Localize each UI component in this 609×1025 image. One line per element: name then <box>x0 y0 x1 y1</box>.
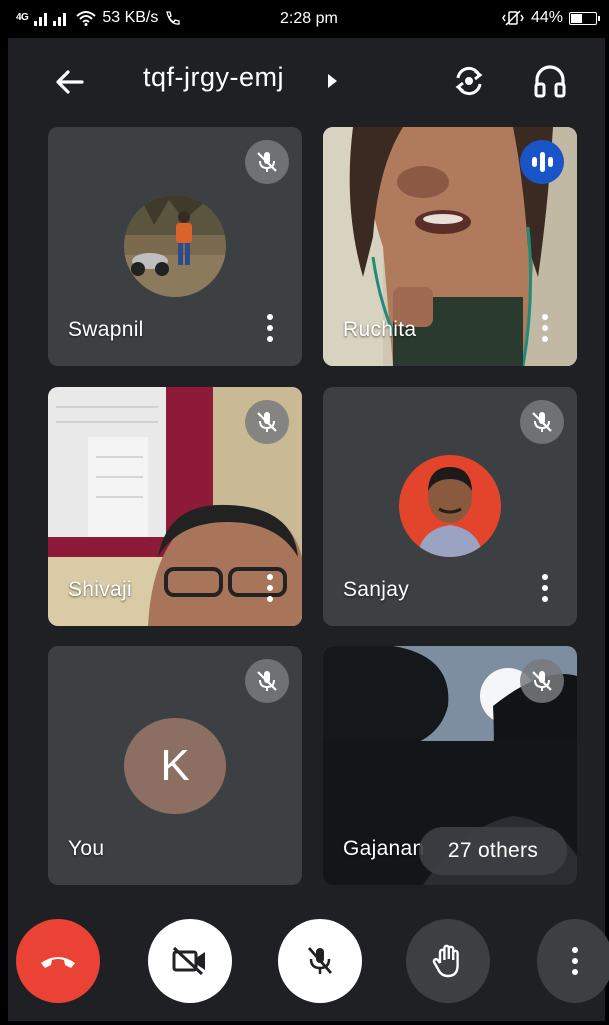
participant-tile-you[interactable]: K You <box>48 646 302 885</box>
participant-name: Shivaji <box>68 578 132 601</box>
signal-icon <box>34 13 67 26</box>
call-icon <box>166 11 181 25</box>
participant-tile-gajanan[interactable]: Gajanan 27 others <box>323 646 577 885</box>
participant-name: Sanjay <box>343 578 410 601</box>
participant-tile-sanjay[interactable]: Sanjay <box>323 387 577 626</box>
screen-frame-left <box>0 0 8 1025</box>
status-bar: 4G 53 KB/s 2:28 pm 44% <box>8 0 605 38</box>
avatar <box>399 455 501 557</box>
more-vert-icon[interactable] <box>541 574 549 602</box>
more-vert-icon[interactable] <box>266 314 274 342</box>
more-vert-icon <box>571 947 579 975</box>
more-vert-icon[interactable] <box>266 574 274 602</box>
meeting-header: tqf-jrgy-emj <box>8 38 605 124</box>
participant-tile-shivaji[interactable]: Shivaji <box>48 387 302 626</box>
muted-mic-icon <box>245 659 289 703</box>
muted-mic-icon <box>520 400 564 444</box>
data-speed: 53 KB/s <box>102 9 159 26</box>
participant-tile-ruchita[interactable]: Ruchita <box>323 127 577 366</box>
participant-name: Ruchita <box>343 318 417 341</box>
meeting-details-caret-icon[interactable] <box>328 74 337 88</box>
others-chip[interactable]: 27 others <box>419 827 567 875</box>
headphones-icon[interactable] <box>532 62 568 100</box>
screen-frame-right <box>605 0 609 1025</box>
muted-mic-icon <box>520 659 564 703</box>
wifi-icon <box>76 11 97 26</box>
battery-icon <box>569 11 600 25</box>
speaking-indicator-icon <box>520 140 564 184</box>
mic-off-icon <box>307 947 333 974</box>
meeting-code[interactable]: tqf-jrgy-emj <box>143 62 284 93</box>
more-options-button[interactable] <box>537 919 609 1003</box>
camera-toggle-button[interactable] <box>148 919 232 1003</box>
avatar: K <box>124 718 226 814</box>
hang-up-icon <box>41 957 75 968</box>
camera-off-icon <box>172 946 205 976</box>
hand-icon <box>432 944 459 978</box>
participant-tile-swapnil[interactable]: Swapnil <box>48 127 302 366</box>
network-type: 4G <box>16 12 29 23</box>
back-arrow-icon[interactable] <box>52 64 88 100</box>
battery-percent: 44% <box>530 9 563 26</box>
vibrate-icon <box>502 10 524 26</box>
muted-mic-icon <box>245 140 289 184</box>
raise-hand-button[interactable] <box>406 919 490 1003</box>
avatar <box>124 195 226 297</box>
participant-name: You <box>68 837 105 860</box>
switch-camera-icon[interactable] <box>450 62 488 100</box>
participant-name: Gajanan <box>343 837 425 860</box>
more-vert-icon[interactable] <box>541 314 549 342</box>
clock: 2:28 pm <box>280 10 338 27</box>
participant-name: Swapnil <box>68 318 144 341</box>
mic-toggle-button[interactable] <box>278 919 362 1003</box>
muted-mic-icon <box>245 400 289 444</box>
screen-frame-bottom <box>0 1021 609 1025</box>
end-call-button[interactable] <box>16 919 100 1003</box>
